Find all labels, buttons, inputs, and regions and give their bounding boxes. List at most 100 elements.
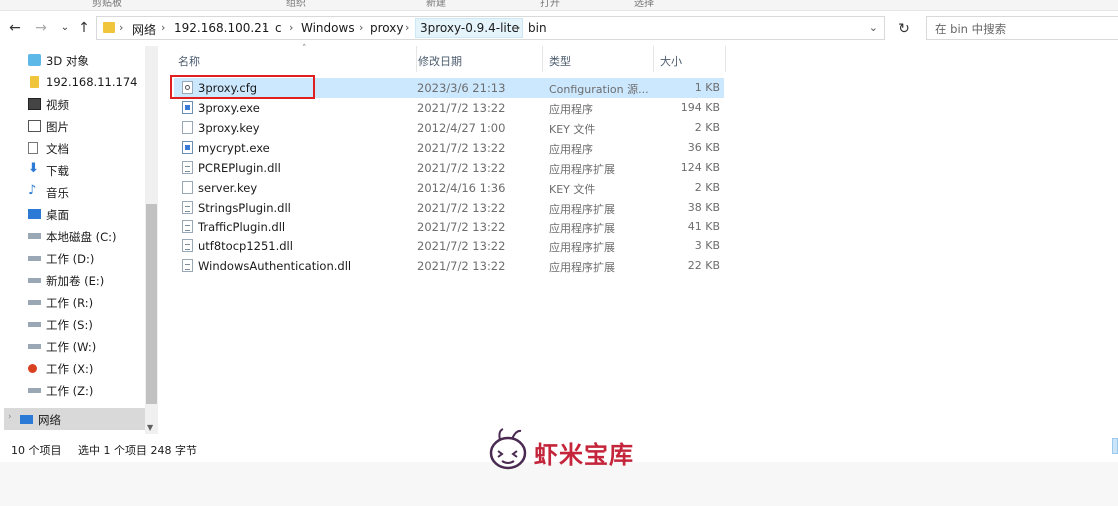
view-toggle-button[interactable] — [1112, 438, 1118, 454]
breadcrumb-network[interactable]: 网络 — [132, 21, 156, 38]
breadcrumb-windows[interactable]: Windows — [301, 21, 355, 35]
file-size: 2 KB — [694, 121, 720, 134]
address-bar[interactable]: › 网络 › 192.168.100.21 › c › Windows › pr… — [96, 16, 885, 40]
watermark-logo: 虾米宝库 — [488, 427, 633, 473]
column-type[interactable]: 类型 — [543, 46, 654, 72]
file-type: 应用程序扩展 — [549, 261, 615, 274]
nav-item-label: 工作 (Z:) — [46, 384, 94, 398]
file-type: 应用程序 — [549, 143, 593, 156]
breadcrumb-c[interactable]: c — [275, 21, 282, 35]
file-date: 2021/7/2 13:22 — [417, 101, 506, 115]
nav-item-drive-x[interactable]: 工作 (X:) — [0, 357, 145, 379]
breadcrumb-separator-icon[interactable]: › — [289, 21, 293, 34]
drive-icon — [28, 344, 41, 349]
breadcrumb-bin[interactable]: bin — [528, 21, 547, 35]
nav-item-label: 图片 — [46, 120, 69, 134]
recent-locations-button[interactable]: ⌄ — [56, 19, 74, 37]
scroll-down-icon[interactable]: ▼ — [147, 423, 153, 432]
nav-item-label: 工作 (S:) — [46, 318, 93, 332]
nav-scrollbar-thumb[interactable] — [146, 204, 157, 404]
nav-item-desktop[interactable]: 桌面 — [0, 203, 145, 225]
file-size: 41 KB — [687, 220, 720, 233]
file-size: 36 KB — [687, 141, 720, 154]
file-row-trafficplugin-dll[interactable]: TrafficPlugin.dll 2021/7/2 13:22 应用程序扩展 … — [174, 217, 724, 237]
nav-item-music[interactable]: ♪ 音乐 — [0, 181, 145, 203]
file-date: 2021/7/2 13:22 — [417, 161, 506, 175]
file-name: StringsPlugin.dll — [198, 201, 291, 215]
address-dropdown-icon[interactable]: ⌄ — [869, 21, 878, 34]
nav-scrollbar[interactable]: ▼ — [145, 46, 158, 434]
back-button[interactable]: ← — [6, 19, 24, 37]
nav-item-drive-w[interactable]: 工作 (W:) — [0, 335, 145, 357]
file-row-mycrypt-exe[interactable]: mycrypt.exe 2021/7/2 13:22 应用程序 36 KB — [174, 138, 724, 158]
file-size: 3 KB — [694, 239, 720, 252]
file-row-stringsplugin-dll[interactable]: StringsPlugin.dll 2021/7/2 13:22 应用程序扩展 … — [174, 198, 724, 218]
column-name[interactable]: 名称 ˄ — [172, 44, 417, 72]
file-row-utf8tocp1251-dll[interactable]: utf8tocp1251.dll 2021/7/2 13:22 应用程序扩展 3… — [174, 236, 724, 256]
up-button[interactable]: ↑ — [75, 19, 93, 37]
breadcrumb-separator-icon[interactable]: › — [161, 21, 165, 34]
file-row-windowsauthentication-dll[interactable]: WindowsAuthentication.dll 2021/7/2 13:22… — [174, 256, 724, 276]
nav-item-label: 新加卷 (E:) — [46, 274, 105, 288]
nav-item-label: 工作 (D:) — [46, 252, 95, 266]
chevron-right-icon[interactable]: › — [8, 412, 12, 422]
nav-item-downloads[interactable]: ⬇ 下载 — [0, 159, 145, 181]
nav-item-drive-z[interactable]: 工作 (Z:) — [0, 379, 145, 401]
breadcrumb-host[interactable]: 192.168.100.21 — [174, 21, 269, 35]
file-name: WindowsAuthentication.dll — [198, 259, 352, 273]
picture-icon — [28, 120, 41, 132]
music-icon: ♪ — [28, 183, 37, 198]
file-date: 2023/3/6 21:13 — [417, 81, 506, 95]
column-size[interactable]: 大小 — [654, 46, 726, 72]
nav-item-drive-r[interactable]: 工作 (R:) — [0, 291, 145, 313]
breadcrumb-proxy[interactable]: proxy — [370, 21, 403, 35]
file-type: 应用程序扩展 — [549, 241, 615, 254]
arrow-left-icon: ← — [9, 20, 21, 36]
nav-item-drive-c[interactable]: 本地磁盘 (C:) — [0, 225, 145, 247]
file-row-pcreplugin-dll[interactable]: PCREPlugin.dll 2021/7/2 13:22 应用程序扩展 124… — [174, 158, 724, 178]
nav-item-network[interactable]: › 网络 — [4, 408, 145, 430]
file-name: 3proxy.key — [198, 121, 260, 135]
nav-item-drive-s[interactable]: 工作 (S:) — [0, 313, 145, 335]
file-name: mycrypt.exe — [198, 141, 270, 155]
file-row-3proxy-exe[interactable]: 3proxy.exe 2021/7/2 13:22 应用程序 194 KB — [174, 98, 724, 118]
drive-icon — [28, 322, 41, 327]
nav-item-videos[interactable]: 视频 — [0, 93, 145, 115]
search-box[interactable] — [926, 16, 1118, 40]
dll-file-icon — [182, 201, 193, 214]
breadcrumb-3proxy[interactable]: 3proxy-0.9.4-lite — [420, 21, 519, 35]
file-name: PCREPlugin.dll — [198, 161, 281, 175]
nav-item-pictures[interactable]: 图片 — [0, 115, 145, 137]
blank-file-icon — [182, 121, 193, 134]
breadcrumb-separator-icon[interactable]: › — [119, 21, 123, 34]
file-date: 2021/7/2 13:22 — [417, 201, 506, 215]
forward-button[interactable]: → — [32, 19, 50, 37]
nav-item-drive-d[interactable]: 工作 (D:) — [0, 247, 145, 269]
file-size: 1 KB — [694, 81, 720, 94]
nav-item-documents[interactable]: 文档 — [0, 137, 145, 159]
breadcrumb-separator-icon[interactable]: › — [405, 21, 409, 34]
refresh-button[interactable]: ↻ — [892, 20, 916, 38]
breadcrumb-separator-icon[interactable]: › — [263, 21, 267, 34]
column-date[interactable]: 修改日期 — [412, 46, 543, 72]
file-date: 2012/4/16 1:36 — [417, 181, 506, 195]
dll-file-icon — [182, 220, 193, 233]
refresh-icon: ↻ — [898, 21, 910, 37]
breadcrumb-separator-icon[interactable]: › — [359, 21, 363, 34]
ribbon-strip: 剪贴板 组织 新建 打开 选择 — [0, 0, 1118, 11]
sort-ascending-icon: ˄ — [302, 44, 307, 54]
nav-item-network-share[interactable]: 192.168.11.174 — [0, 71, 145, 93]
nav-item-label: 本地磁盘 (C:) — [46, 230, 117, 244]
ribbon-label-organize: 组织 — [286, 0, 306, 9]
nav-item-label: 工作 (R:) — [46, 296, 94, 310]
file-row-server-key[interactable]: server.key 2012/4/16 1:36 KEY 文件 2 KB — [174, 178, 724, 198]
nav-item-3d-objects[interactable]: 3D 对象 — [0, 49, 145, 71]
search-input[interactable] — [933, 18, 1117, 40]
navigation-pane: 3D 对象 192.168.11.174 视频 图片 文档 ⬇ 下载 ♪ 音乐 … — [0, 46, 158, 434]
drive-icon — [28, 300, 41, 305]
nav-item-label: 192.168.11.174 — [46, 75, 138, 89]
nav-item-label: 文档 — [46, 142, 69, 156]
nav-item-drive-e[interactable]: 新加卷 (E:) — [0, 269, 145, 291]
breadcrumb-separator-icon[interactable]: › — [516, 21, 520, 34]
file-row-3proxy-key[interactable]: 3proxy.key 2012/4/27 1:00 KEY 文件 2 KB — [174, 118, 724, 138]
